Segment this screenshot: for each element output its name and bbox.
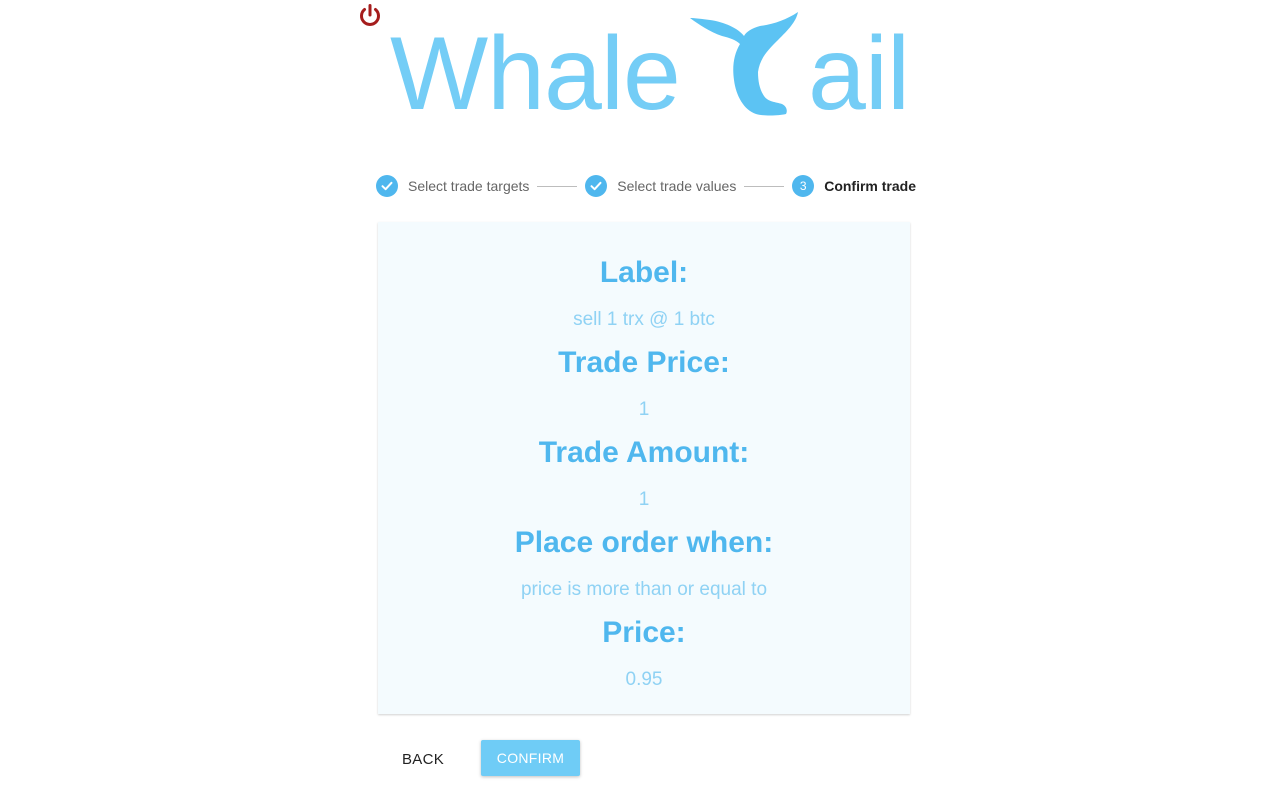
back-button[interactable]: BACK [388, 741, 458, 777]
field-label-price: Price: [602, 616, 686, 649]
field-label-trade-price: Trade Price: [558, 346, 730, 379]
trade-stepper: Select trade targets Select trade values… [376, 173, 916, 199]
trade-confirm-page: Whale ail Select trade targets Select tr… [0, 0, 1280, 800]
field-value-trade-price: 1 [638, 399, 650, 420]
step-number-badge: 3 [792, 175, 815, 197]
step-label: Select trade values [617, 178, 737, 194]
field-value-trade-amount: 1 [638, 489, 650, 510]
step-select-trade-values[interactable]: Select trade values [585, 175, 736, 197]
step-label: Confirm trade [824, 178, 916, 194]
field-label-label: Label: [599, 256, 689, 289]
check-icon [585, 175, 608, 197]
step-confirm-trade: 3 Confirm trade [792, 175, 916, 197]
field-label-trade-amount: Trade Amount: [538, 436, 750, 469]
field-value-label: sell 1 trx @ 1 btc [573, 309, 715, 330]
check-icon [376, 175, 398, 197]
logo-text-whale: Whale [390, 16, 681, 132]
step-select-trade-targets[interactable]: Select trade targets [376, 175, 529, 197]
step-connector [537, 185, 578, 187]
step-connector [744, 185, 785, 187]
app-logo: Whale ail [380, 6, 920, 136]
trade-summary-card: Label: sell 1 trx @ 1 btc Trade Price: 1… [378, 222, 910, 714]
logo-text-ail: ail [808, 16, 910, 132]
field-value-place-order-when: price is more than or equal to [520, 579, 768, 600]
field-value-price: 0.95 [625, 669, 663, 690]
step-label: Select trade targets [408, 178, 530, 194]
field-label-place-order-when: Place order when: [514, 526, 774, 559]
whale-tail-icon [690, 12, 798, 116]
confirm-button[interactable]: CONFIRM [481, 740, 580, 776]
